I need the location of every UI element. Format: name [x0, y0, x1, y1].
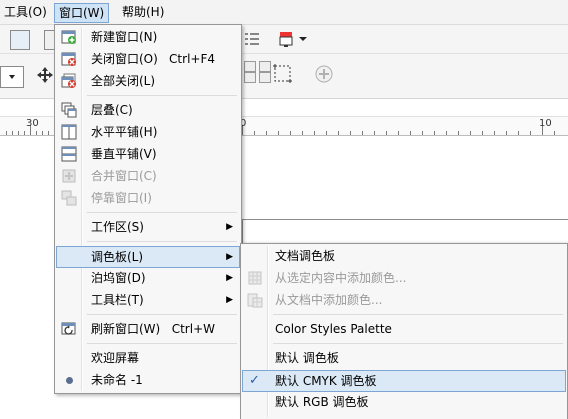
add-from-selection-icon — [248, 271, 262, 285]
menu-item-refresh-window[interactable]: 刷新窗口(W) Ctrl+W — [57, 319, 239, 339]
move-icon[interactable] — [36, 66, 54, 84]
submenu-item-add-from-document: 从文档中添加颜色... — [243, 290, 565, 310]
menu-item-cascade[interactable]: 层叠(C) — [57, 100, 239, 120]
menu-item-label: 全部关闭(L) — [91, 74, 156, 88]
color-palettes-submenu: 文档调色板 从选定内容中添加颜色... 从文档中添加颜色... Color St… — [240, 243, 568, 419]
menu-item-workspace[interactable]: 工作区(S) ▶ — [57, 217, 239, 237]
new-window-icon — [61, 30, 76, 44]
add-from-document-icon — [247, 293, 263, 308]
shortcut-label: Ctrl+F4 — [169, 52, 215, 66]
tile-horizontal-icon — [61, 124, 77, 140]
submenu-arrow-icon: ▶ — [226, 252, 233, 262]
window-menu: 新建窗口(N) 关闭窗口(O) Ctrl+F4 全部关闭(L) 层叠(C) 水平… — [54, 24, 242, 394]
color-palette-icon[interactable] — [278, 30, 296, 48]
spin-down-button[interactable] — [259, 72, 271, 83]
menu-item-label: 从选定内容中添加颜色... — [275, 271, 407, 285]
menu-item-label: 垂直平铺(V) — [91, 147, 157, 161]
close-all-icon — [61, 73, 76, 88]
active-document-indicator — [66, 377, 73, 384]
page-border — [242, 219, 568, 220]
menu-item-label: 工作区(S) — [91, 220, 144, 234]
ruler-number: 10 — [539, 118, 552, 129]
menu-item-label: 从文档中添加颜色... — [275, 293, 383, 307]
spin-up-button[interactable] — [259, 61, 271, 72]
menu-item-close-all[interactable]: 全部关闭(L) — [57, 71, 239, 91]
menu-item-untitled-document[interactable]: 未命名 -1 — [57, 370, 239, 390]
menu-bar: 工具(O) 窗口(W) 帮助(H) — [0, 0, 568, 25]
menu-item-merge-window: 合并窗口(C) — [57, 166, 239, 186]
cascade-icon — [61, 102, 77, 118]
menu-item-label: 层叠(C) — [91, 103, 133, 117]
menu-item-label: 合并窗口(C) — [91, 169, 157, 183]
submenu-arrow-icon: ▶ — [226, 295, 233, 305]
menu-item-welcome-screen[interactable]: 欢迎屏幕 — [57, 348, 239, 368]
submenu-item-default-palette[interactable]: 默认 调色板 — [243, 348, 565, 368]
menu-item-label: 关闭窗口(O) — [91, 52, 158, 66]
menu-item-color-palettes[interactable]: 调色板(L) ▶ — [56, 246, 240, 268]
menu-item-label: Color Styles Palette — [275, 322, 392, 336]
shortcut-label: Ctrl+W — [171, 322, 215, 336]
submenu-item-document-palette[interactable]: 文档调色板 — [243, 246, 565, 266]
zoom-icon[interactable] — [10, 30, 30, 50]
list-icon[interactable] — [243, 30, 261, 48]
object-combo[interactable] — [0, 66, 24, 88]
menu-item-dock-window: 停靠窗口(I) — [57, 188, 239, 208]
close-window-icon — [61, 52, 76, 66]
menu-item-label: 停靠窗口(I) — [91, 191, 152, 205]
tile-vertical-icon — [61, 146, 77, 162]
menu-item-toolbars[interactable]: 工具栏(T) ▶ — [57, 290, 239, 310]
menu-item-label: 欢迎屏幕 — [91, 351, 140, 365]
transform-icon[interactable] — [272, 63, 294, 85]
add-icon[interactable] — [314, 64, 334, 84]
menu-item-label: 水平平铺(H) — [91, 125, 158, 139]
menu-item-label: 文档调色板 — [275, 249, 336, 263]
dropdown-arrow-icon[interactable] — [299, 37, 307, 42]
menu-item-label: 工具栏(T) — [91, 293, 144, 307]
submenu-arrow-icon: ▶ — [226, 273, 233, 283]
menu-item-close-window[interactable]: 关闭窗口(O) Ctrl+F4 — [57, 49, 239, 69]
menu-item-label: 默认 调色板 — [275, 351, 339, 365]
menu-item-label: 调色板(L) — [91, 250, 144, 264]
ruler-number: 30 — [26, 118, 39, 129]
submenu-item-color-styles-palette[interactable]: Color Styles Palette — [243, 319, 565, 339]
refresh-window-icon — [61, 322, 76, 335]
menu-item-label: 默认 RGB 调色板 — [275, 395, 369, 409]
menu-item-new-window[interactable]: 新建窗口(N) — [57, 27, 239, 47]
submenu-arrow-icon: ▶ — [226, 222, 233, 232]
submenu-item-add-from-selection: 从选定内容中添加颜色... — [243, 268, 565, 288]
submenu-item-default-rgb-palette[interactable]: 默认 RGB 调色板 — [243, 392, 565, 412]
menu-item-label: 未命名 -1 — [91, 373, 143, 387]
submenu-item-default-cmyk-palette[interactable]: ✓ 默认 CMYK 调色板 — [242, 370, 566, 392]
menu-item-dockers[interactable]: 泊坞窗(D) ▶ — [57, 268, 239, 288]
merge-window-icon — [62, 169, 76, 183]
menu-item-label: 泊坞窗(D) — [91, 271, 146, 285]
menu-item-tile-horizontal[interactable]: 水平平铺(H) — [57, 122, 239, 142]
spin-up-button[interactable] — [244, 61, 256, 72]
menu-item-label: 刷新窗口(W) — [91, 322, 161, 336]
spin-down-button[interactable] — [244, 72, 256, 83]
menu-item-label: 新建窗口(N) — [91, 30, 158, 44]
checkmark-icon: ✓ — [249, 373, 260, 388]
menu-item-label: 默认 CMYK 调色板 — [275, 374, 377, 388]
dock-window-icon — [61, 190, 77, 206]
menu-window[interactable]: 窗口(W) — [54, 3, 110, 23]
menu-tools[interactable]: 工具(O) — [0, 3, 51, 21]
menu-item-tile-vertical[interactable]: 垂直平铺(V) — [57, 144, 239, 164]
menu-help[interactable]: 帮助(H) — [118, 3, 168, 21]
